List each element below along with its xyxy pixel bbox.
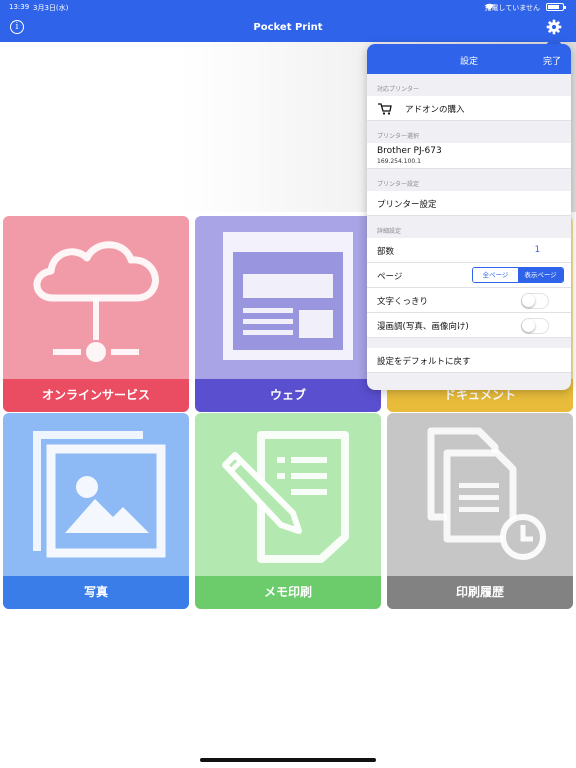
navigation-bar: 13:39 3月3日(水) 充電していません i Pocket Print bbox=[0, 0, 576, 42]
tile-web[interactable]: ウェブ bbox=[195, 216, 381, 412]
tile-label: メモ印刷 bbox=[195, 576, 381, 609]
tile-label: オンラインサービス bbox=[3, 379, 189, 412]
sharp-text-toggle[interactable] bbox=[521, 293, 549, 309]
charging-status: 充電していません bbox=[484, 4, 540, 12]
page-label: ページ bbox=[377, 272, 403, 282]
page-segmented-control: 全ページ 表示ページ bbox=[472, 267, 564, 283]
printer-select-row[interactable]: Brother PJ-673 169.254.100.1 bbox=[367, 143, 571, 169]
section-printer-settings: プリンター設定 bbox=[377, 181, 420, 188]
webpage-icon bbox=[223, 232, 353, 360]
battery-icon bbox=[546, 3, 566, 11]
settings-header: 設定 完了 bbox=[367, 44, 571, 74]
copies-value[interactable]: 1 bbox=[535, 245, 540, 255]
tile-print-history[interactable]: 印刷履歴 bbox=[387, 413, 573, 609]
settings-title: 設定 bbox=[459, 57, 478, 67]
segment-current-page[interactable]: 表示ページ bbox=[518, 268, 563, 282]
section-printer-select: プリンター選択 bbox=[377, 133, 420, 140]
tile-memo-print[interactable]: メモ印刷 bbox=[195, 413, 381, 609]
sharp-text-label: 文字くっきり bbox=[377, 297, 429, 307]
manga-label: 漫画調(写真、画像向け) bbox=[377, 322, 469, 332]
reset-default-label: 設定をデフォルトに戻す bbox=[377, 357, 471, 367]
sharp-text-row: 文字くっきり bbox=[367, 288, 571, 313]
tile-label: ウェブ bbox=[195, 379, 381, 412]
manga-row: 漫画調(写真、画像向け) bbox=[367, 313, 571, 338]
tile-label: 印刷履歴 bbox=[387, 576, 573, 609]
tile-photo[interactable]: 写真 bbox=[3, 413, 189, 609]
done-button[interactable]: 完了 bbox=[543, 54, 561, 67]
segment-all-pages[interactable]: 全ページ bbox=[473, 268, 518, 282]
printer-settings-label: プリンター設定 bbox=[377, 200, 437, 210]
copies-label: 部数 bbox=[377, 247, 395, 257]
photo-icon bbox=[33, 431, 166, 558]
app-title: Pocket Print bbox=[253, 22, 323, 33]
cart-icon bbox=[378, 103, 392, 115]
manga-toggle[interactable] bbox=[521, 318, 549, 334]
tile-label: 写真 bbox=[3, 576, 189, 609]
addon-purchase-row[interactable]: アドオンの購入 bbox=[367, 96, 571, 121]
print-history-icon bbox=[427, 427, 546, 560]
printer-name: Brother PJ-673 bbox=[377, 146, 442, 156]
printer-settings-row[interactable]: プリンター設定 bbox=[367, 191, 571, 216]
settings-popover: 設定 完了 対応プリンター アドオンの購入 プリンター選択 Brother PJ… bbox=[367, 44, 571, 390]
gear-icon[interactable] bbox=[546, 19, 562, 35]
printer-ip: 169.254.100.1 bbox=[377, 158, 421, 165]
home-indicator[interactable] bbox=[200, 758, 376, 762]
tile-online-service[interactable]: オンラインサービス bbox=[3, 216, 189, 412]
status-date: 3月3日(水) bbox=[33, 4, 69, 12]
page-row: ページ 全ページ 表示ページ bbox=[367, 263, 571, 288]
status-bar: 13:39 3月3日(水) 充電していません bbox=[0, 0, 576, 14]
addon-label: アドオンの購入 bbox=[405, 105, 465, 115]
section-detail-settings: 詳細設定 bbox=[377, 228, 402, 235]
memo-pencil-icon bbox=[222, 431, 349, 563]
copies-row[interactable]: 部数 1 bbox=[367, 238, 571, 263]
cloud-network-icon bbox=[33, 241, 159, 362]
section-supported-printers: 対応プリンター bbox=[377, 86, 420, 93]
status-time: 13:39 bbox=[9, 3, 30, 11]
reset-default-row[interactable]: 設定をデフォルトに戻す bbox=[367, 348, 571, 373]
